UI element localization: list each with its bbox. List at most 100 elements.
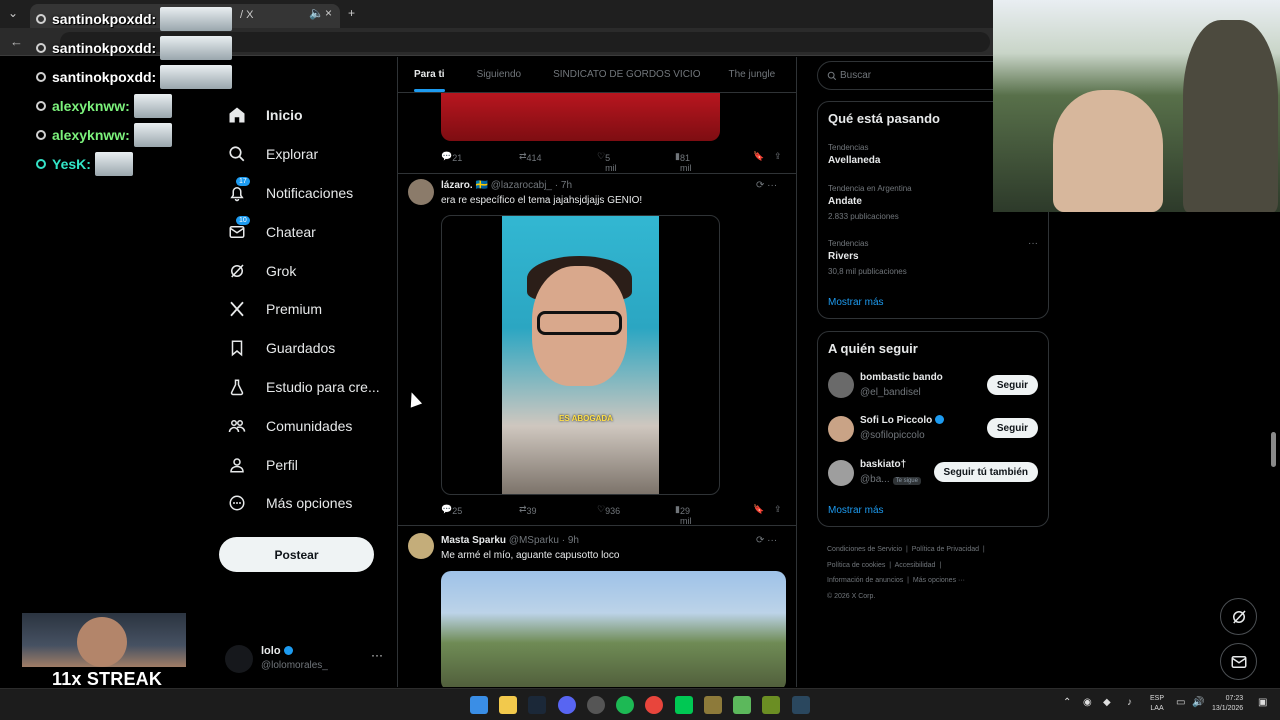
follow-button[interactable]: Seguir — [986, 375, 1038, 395]
post-media-image[interactable] — [441, 571, 786, 687]
app-icon[interactable] — [704, 696, 722, 714]
footer-link[interactable]: Política de cookies — [827, 562, 885, 569]
minecraft-icon[interactable] — [733, 696, 751, 714]
who-to-follow-show-more-link[interactable]: Mostrar más — [828, 505, 884, 516]
footer-link[interactable]: Condiciones de Servicio — [827, 546, 902, 553]
start-button-icon[interactable] — [470, 696, 488, 714]
footer-link[interactable]: Más opciones ··· — [913, 577, 965, 584]
tray-app-icon[interactable]: ◆ — [1103, 697, 1111, 708]
timeline-tabs: Para ti Siguiendo SINDICATO DE GORDOS VI… — [398, 57, 796, 93]
spotify-icon[interactable] — [616, 696, 634, 714]
steam-icon[interactable] — [528, 696, 546, 714]
follow-user-name[interactable]: baskiato† — [860, 459, 906, 470]
tab-the-jungle[interactable]: The jungle — [729, 69, 776, 80]
post-more-icon[interactable]: ⟳ ··· — [756, 535, 777, 546]
steam-icon[interactable] — [792, 696, 810, 714]
more-circle-icon — [226, 492, 248, 514]
bookmark-icon[interactable]: 🔖 — [753, 504, 764, 515]
chat-badge-icon — [36, 71, 46, 82]
tab-list-sindicato[interactable]: SINDICATO DE GORDOS VICIO — [553, 69, 700, 80]
chat-badge-icon — [36, 100, 46, 111]
share-icon[interactable]: ⇪ — [774, 504, 782, 515]
trending-show-more-link[interactable]: Mostrar más — [828, 297, 884, 308]
sidebar-item-grok[interactable]: Grok — [216, 251, 396, 290]
sidebar-item-home[interactable]: Inicio — [216, 96, 396, 135]
network-icon[interactable]: ▭ — [1176, 697, 1185, 708]
file-explorer-icon[interactable] — [499, 696, 517, 714]
tab-list-icon[interactable]: ⌄ — [8, 6, 18, 20]
sidebar-item-label: Explorar — [266, 146, 319, 163]
app-icon[interactable] — [587, 696, 605, 714]
sidebar-item-communities[interactable]: Comunidades — [216, 406, 396, 445]
post-more-icon[interactable]: ⟳ ··· — [756, 180, 777, 191]
reply-button[interactable]: 💬 25 — [441, 504, 462, 516]
follow-button[interactable]: Seguir — [986, 418, 1038, 438]
views-button[interactable]: ▮ 29 mil — [675, 504, 691, 526]
tab-audio-icon[interactable]: 🔈 — [309, 6, 324, 20]
trend-name[interactable]: Rivers — [828, 251, 859, 262]
sidebar-item-chat[interactable]: 10 Chatear — [216, 212, 396, 251]
page-scrollbar[interactable] — [1271, 432, 1276, 467]
follow-back-button[interactable]: Seguir tú también — [933, 462, 1038, 482]
sidebar-item-label: Comunidades — [266, 417, 353, 434]
author-name: lázaro. — [441, 180, 473, 191]
mail-icon: 10 — [226, 215, 250, 243]
kick-icon[interactable] — [675, 696, 693, 714]
input-language[interactable]: ESP LAA — [1150, 694, 1164, 714]
microphone-icon[interactable]: ♪ — [1127, 697, 1132, 708]
tray-chevron-icon[interactable]: ⌃ — [1063, 697, 1071, 708]
post-media-image[interactable] — [441, 93, 720, 141]
sidebar-item-notifications[interactable]: 17 Notificaciones — [216, 174, 396, 213]
sidebar-item-bookmarks[interactable]: Guardados — [216, 329, 396, 368]
sidebar-item-premium[interactable]: Premium — [216, 290, 396, 329]
sidebar-item-creator-studio[interactable]: Estudio para cre... — [216, 368, 396, 407]
tab-for-you[interactable]: Para ti — [414, 69, 445, 92]
tab-following[interactable]: Siguiendo — [477, 69, 521, 80]
grok-float-button[interactable] — [1220, 598, 1257, 635]
follow-user-name[interactable]: bombastic bando — [860, 372, 943, 383]
sidebar-item-profile[interactable]: Perfil — [216, 445, 396, 484]
post-button[interactable]: Postear — [219, 537, 374, 572]
account-switcher[interactable]: lolo @lolomorales_ ··· — [225, 643, 385, 675]
search-icon — [226, 143, 248, 165]
like-button[interactable]: ♡ 936 — [597, 504, 620, 516]
post-video[interactable]: ES ABOGADA — [441, 215, 720, 495]
new-tab-button[interactable]: + — [348, 6, 355, 20]
share-icon[interactable]: ⇪ — [774, 151, 782, 162]
follow-user-name-row[interactable]: Sofi Lo Piccolo — [860, 415, 945, 426]
avatar[interactable] — [828, 460, 854, 486]
like-button[interactable]: ♡ 5 mil — [597, 151, 617, 173]
system-clock[interactable]: 07:23 13/1/2026 — [1212, 694, 1243, 714]
bookmark-icon[interactable]: 🔖 — [753, 151, 764, 162]
tab-close-icon[interactable]: × — [325, 6, 332, 20]
views-button[interactable]: ▮ 81 mil — [675, 151, 691, 173]
account-handle: @lolomorales_ — [261, 660, 328, 671]
bookmark-icon — [226, 337, 248, 359]
trend-more-icon[interactable]: ··· — [1028, 238, 1038, 249]
messages-float-button[interactable] — [1220, 643, 1257, 680]
repost-button[interactable]: ⇄ 414 — [519, 151, 542, 163]
sidebar-item-more[interactable]: Más opciones — [216, 484, 396, 523]
chat-username: alexyknww: — [52, 97, 130, 114]
footer-link[interactable]: Información de anuncios — [827, 577, 903, 584]
volume-icon[interactable]: 🔊 — [1192, 697, 1204, 708]
sidebar-item-label: Notificaciones — [266, 184, 354, 201]
chrome-icon[interactable] — [645, 696, 663, 714]
back-button[interactable]: ← — [10, 34, 23, 49]
repost-button[interactable]: ⇄ 39 — [519, 504, 537, 516]
emote-image — [133, 122, 172, 147]
sidebar-item-explore[interactable]: Explorar — [216, 135, 396, 174]
avatar[interactable] — [828, 372, 854, 398]
footer-link[interactable]: Accesibilidad — [895, 562, 936, 569]
emote-image — [94, 151, 133, 176]
avatar[interactable] — [828, 416, 854, 442]
trend-name[interactable]: Avellaneda — [828, 155, 880, 166]
footer-link[interactable]: Política de Privacidad — [912, 546, 979, 553]
reply-button[interactable]: 💬 21 — [441, 151, 462, 163]
notifications-icon[interactable]: ▣ — [1258, 697, 1267, 708]
trend-name[interactable]: Andate — [828, 196, 862, 207]
tray-app-icon[interactable]: ◉ — [1083, 697, 1092, 708]
account-more-icon[interactable]: ··· — [371, 648, 383, 662]
app-icon[interactable] — [762, 696, 780, 714]
discord-icon[interactable] — [558, 696, 576, 714]
